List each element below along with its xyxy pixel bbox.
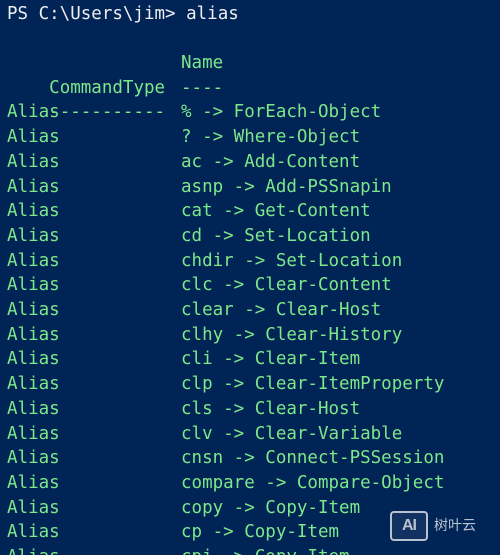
row-command-type: Alias (7, 176, 60, 197)
row-alias-name: chdir -> Set-Location (181, 250, 403, 271)
row-command-type: Alias (7, 151, 60, 172)
row-command-type: Alias (7, 127, 60, 148)
row-command-type: Alias (7, 547, 60, 555)
watermark-text: 树叶云 (434, 517, 476, 534)
row-command-type: Alias (7, 448, 60, 469)
row-alias-name: cnsn -> Connect-PSSession (181, 448, 445, 469)
row-command-type: Alias (7, 349, 60, 370)
row-alias-name: cls -> Clear-Host (181, 398, 361, 419)
command-prompt-line: PS C:\Users\jim> alias (7, 4, 239, 24)
row-command-type: Alias (7, 522, 60, 543)
table-row: Alias clp -> Clear-ItemProperty (7, 372, 444, 397)
row-command-type: Alias (7, 102, 60, 123)
row-alias-name: cp -> Copy-Item (181, 522, 340, 543)
separator-commandtype: ----------- (49, 102, 166, 123)
row-alias-name: ac -> Add-Content (181, 151, 361, 172)
table-row: Alias copy -> Copy-Item (7, 496, 360, 521)
row-alias-name: cd -> Set-Location (181, 225, 371, 246)
table-row: Alias cli -> Clear-Item (7, 347, 360, 372)
row-alias-name: cli -> Clear-Item (181, 349, 361, 370)
header-name: Name (181, 53, 224, 73)
row-alias-name: clp -> Clear-ItemProperty (181, 374, 445, 395)
table-row: Alias cat -> Get-Content (7, 199, 371, 224)
row-command-type: Alias (7, 423, 60, 444)
watermark-logo: AI (390, 511, 428, 541)
table-row: Alias clhy -> Clear-History (7, 323, 402, 348)
table-row: Alias % -> ForEach-Object (7, 100, 381, 125)
row-command-type: Alias (7, 398, 60, 419)
table-header-row: CommandType Name (7, 51, 223, 98)
row-command-type: Alias (7, 225, 60, 246)
table-row: Alias compare -> Compare-Object (7, 471, 444, 496)
row-command-type: Alias (7, 275, 60, 296)
row-alias-name: clear -> Clear-Host (181, 300, 382, 320)
row-command-type: Alias (7, 472, 60, 493)
table-row: Alias clc -> Clear-Content (7, 273, 392, 298)
table-row: Alias asnp -> Add-PSSnapin (7, 175, 392, 200)
table-row: Alias ac -> Add-Content (7, 150, 360, 175)
powershell-console[interactable]: PS C:\Users\jim> alias CommandType Name … (0, 0, 500, 555)
row-alias-name: ? -> Where-Object (181, 127, 361, 148)
table-row: Alias clv -> Clear-Variable (7, 422, 402, 447)
row-command-type: Alias (7, 201, 60, 222)
separator-name: ---- (181, 77, 224, 98)
watermark: AI 树叶云 (390, 509, 494, 543)
row-command-type: Alias (7, 250, 60, 271)
row-alias-name: cat -> Get-Content (181, 201, 371, 222)
row-alias-name: asnp -> Add-PSSnapin (181, 176, 392, 197)
row-command-type: Alias (7, 497, 60, 518)
table-row: Alias cnsn -> Connect-PSSession (7, 446, 444, 471)
table-row: Alias cls -> Clear-Host (7, 397, 360, 422)
table-row: Alias ? -> Where-Object (7, 125, 360, 150)
table-separator-row: ----------- ---- (7, 76, 223, 123)
table-row: Alias cd -> Set-Location (7, 224, 371, 249)
row-alias-name: copy -> Copy-Item (181, 497, 361, 518)
row-alias-name: clv -> Clear-Variable (181, 423, 403, 444)
row-command-type: Alias (7, 300, 60, 320)
row-command-type: Alias (7, 374, 60, 395)
table-row: Alias clear -> Clear-Host (7, 298, 381, 323)
row-alias-name: % -> ForEach-Object (181, 102, 382, 123)
row-alias-name: compare -> Compare-Object (181, 472, 445, 493)
table-row: Alias cp -> Copy-Item (7, 520, 339, 545)
row-alias-name: clhy -> Clear-History (181, 324, 403, 345)
row-alias-name: cpi -> Copy-Item (181, 545, 350, 555)
row-command-type: Alias (7, 324, 60, 345)
table-row: Alias chdir -> Set-Location (7, 249, 402, 274)
table-row: Alias cpi -> Copy-Item (7, 545, 350, 555)
row-alias-name: clc -> Clear-Content (181, 275, 392, 296)
